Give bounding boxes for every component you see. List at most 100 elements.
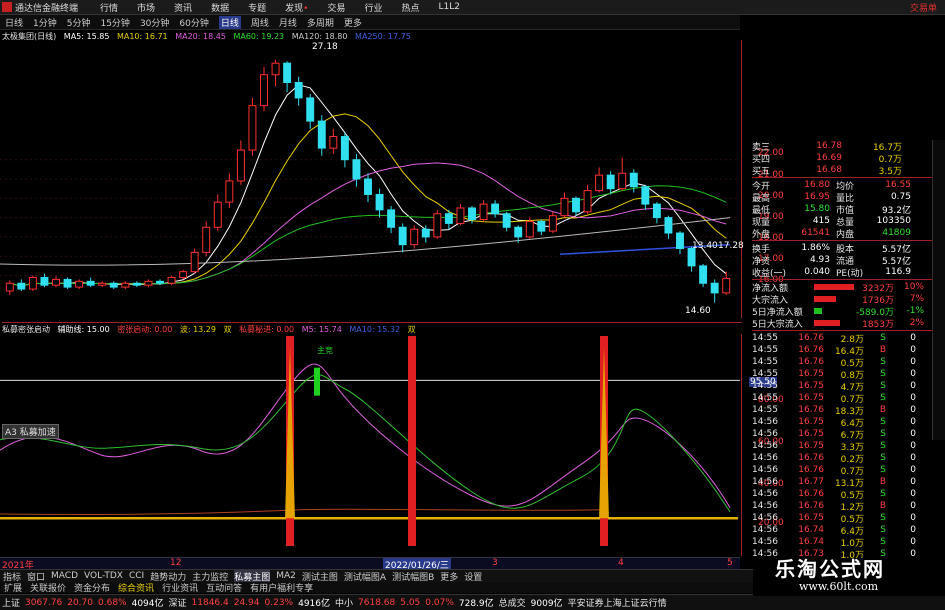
tick-count: 0	[910, 405, 916, 415]
candle-body	[479, 203, 488, 221]
tab-macd[interactable]: MACD	[51, 571, 78, 581]
flow-bar	[814, 308, 822, 314]
period-5min[interactable]: 5分钟	[67, 16, 91, 29]
period-more[interactable]: 更多	[344, 16, 362, 29]
period-1min[interactable]: 1分钟	[33, 16, 57, 29]
tick-side: B	[879, 345, 886, 355]
candle-body	[167, 276, 176, 284]
period-30min[interactable]: 30分钟	[140, 16, 169, 29]
tick-side: S	[880, 525, 886, 535]
ext-tab-fund[interactable]: 资金分布	[74, 581, 110, 594]
tick-count: 0	[910, 381, 916, 391]
candle-body	[98, 282, 107, 286]
tick-list[interactable]: 14:55 16.76 2.8万 S 0 14:55 16.76 16.4万 B 0 14:55 16…	[752, 332, 945, 561]
m5-legend: M5: 15.74	[301, 325, 342, 334]
tick-time: 14:55	[752, 345, 778, 355]
candle-body	[329, 136, 338, 149]
ext-tab-benefit[interactable]: 有用户福利专享	[250, 581, 313, 594]
watermark-title: 乐淘公式网	[775, 557, 885, 581]
ext-tab-news[interactable]: 综合资讯	[118, 581, 154, 594]
period-15min[interactable]: 15分钟	[100, 16, 129, 29]
launch-legend: 密张启动: 0.00	[117, 325, 173, 334]
candle-body	[410, 228, 419, 246]
tick-price: 16.75	[798, 381, 824, 391]
tick-count: 0	[910, 537, 916, 547]
tab-vol-tdx[interactable]: VOL-TDX	[84, 571, 123, 581]
tab-more[interactable]: 更多	[440, 570, 458, 583]
ext-tab-industry-news[interactable]: 行业资讯	[162, 581, 198, 594]
flow-bar	[814, 296, 836, 302]
menu-item-l1l2[interactable]: L1L2	[438, 2, 459, 12]
period-day[interactable]: 日线	[218, 15, 241, 29]
menu-item-market[interactable]: 市场	[137, 1, 155, 14]
tab-ma2[interactable]: MA2	[276, 571, 296, 581]
ob-vol: 3.5万	[878, 166, 902, 177]
period-60min[interactable]: 60分钟	[179, 16, 208, 29]
overlay-button[interactable]: A3 私募加速	[2, 424, 59, 439]
menu-item-quotes[interactable]: 行情	[100, 1, 118, 14]
menu-item-data[interactable]: 数据	[211, 1, 229, 14]
order-book-row: 买五 16.68 3.5万	[752, 164, 945, 177]
ob-price: 16.68	[816, 165, 842, 175]
right-price-label: 17.28	[718, 241, 744, 251]
tick-count: 0	[910, 441, 916, 451]
time-axis[interactable]: 2021年 12 2022/01/26/三 3 4 5	[0, 557, 740, 571]
time-label-3: 3	[492, 558, 498, 568]
zx-index-change: 5.05	[400, 597, 421, 608]
stat-value: 0.75	[890, 192, 911, 202]
zx-index-label[interactable]: 中小	[335, 596, 353, 609]
candle-body	[283, 62, 292, 83]
menu-item-news[interactable]: 资讯	[174, 1, 192, 14]
menu-item-topics[interactable]: 专题	[248, 1, 266, 14]
tick-row: 14:55 16.76 18.3万 B 0	[752, 404, 945, 417]
ext-tab-expand[interactable]: 扩展	[4, 581, 22, 594]
candle-body	[560, 197, 569, 217]
stat-value: 116.9	[885, 267, 911, 277]
tick-row: 14:56 16.75 0.5万 S 0	[752, 512, 945, 525]
menu-item-trade[interactable]: 交易	[327, 1, 345, 14]
candle-body	[502, 213, 511, 228]
tick-side: B	[879, 405, 886, 415]
tick-time: 14:56	[752, 477, 778, 487]
flow-value: 1853万	[862, 319, 894, 330]
tick-price: 16.75	[798, 393, 824, 403]
sz-index-label[interactable]: 深证	[169, 596, 187, 609]
trade-order-button[interactable]: 交易单	[910, 1, 937, 14]
sh-index-value: 3067.76	[25, 597, 63, 608]
tab-cci[interactable]: CCI	[129, 571, 144, 581]
period-week[interactable]: 周线	[251, 16, 269, 29]
candle-body	[52, 278, 60, 286]
period-month[interactable]: 月线	[279, 16, 297, 29]
stat-label: PE(动)	[836, 268, 864, 279]
menu-item-industry[interactable]: 行业	[364, 1, 382, 14]
indicator-name[interactable]: 私募密张启动	[2, 325, 50, 334]
tick-time: 14:56	[752, 417, 778, 427]
ext-tab-related[interactable]: 关联报价	[30, 581, 66, 594]
tick-time: 14:56	[752, 501, 778, 511]
menu-item-hot[interactable]: 热点	[401, 1, 419, 14]
candle-body	[548, 215, 557, 232]
candle-body	[629, 172, 638, 188]
menu-item-discover[interactable]: 发现•	[285, 1, 308, 14]
ext-tab-qa[interactable]: 互动问答	[206, 581, 242, 594]
tab-settings[interactable]: 设置	[464, 570, 482, 583]
candle-body	[236, 149, 245, 182]
sz-index-change: 24.94	[233, 597, 260, 608]
candlestick-chart[interactable]	[0, 40, 740, 318]
tick-row: 14:56 16.76 0.7万 S 0	[752, 464, 945, 477]
candle-body	[86, 280, 95, 286]
tab-test-a[interactable]: 测试幅图A	[344, 570, 386, 583]
stat-value: 4.93	[809, 255, 830, 265]
tick-price: 16.75	[798, 441, 824, 451]
period-daily-toggle[interactable]: 日线	[5, 16, 23, 29]
candle-body	[710, 282, 719, 294]
sh-index-label[interactable]: 上证	[2, 596, 20, 609]
tick-side: S	[880, 417, 886, 427]
broker-name: 平安证券上海上证云行情	[567, 599, 667, 609]
indicator-chart[interactable]: 主竞	[0, 334, 740, 556]
stat-row: 外盘 61541 内盘 41809	[752, 227, 945, 240]
period-multi[interactable]: 多周期	[307, 16, 334, 29]
candle-body	[179, 271, 188, 278]
tick-side: S	[880, 489, 886, 499]
tab-test-b[interactable]: 测试幅图B	[392, 570, 434, 583]
